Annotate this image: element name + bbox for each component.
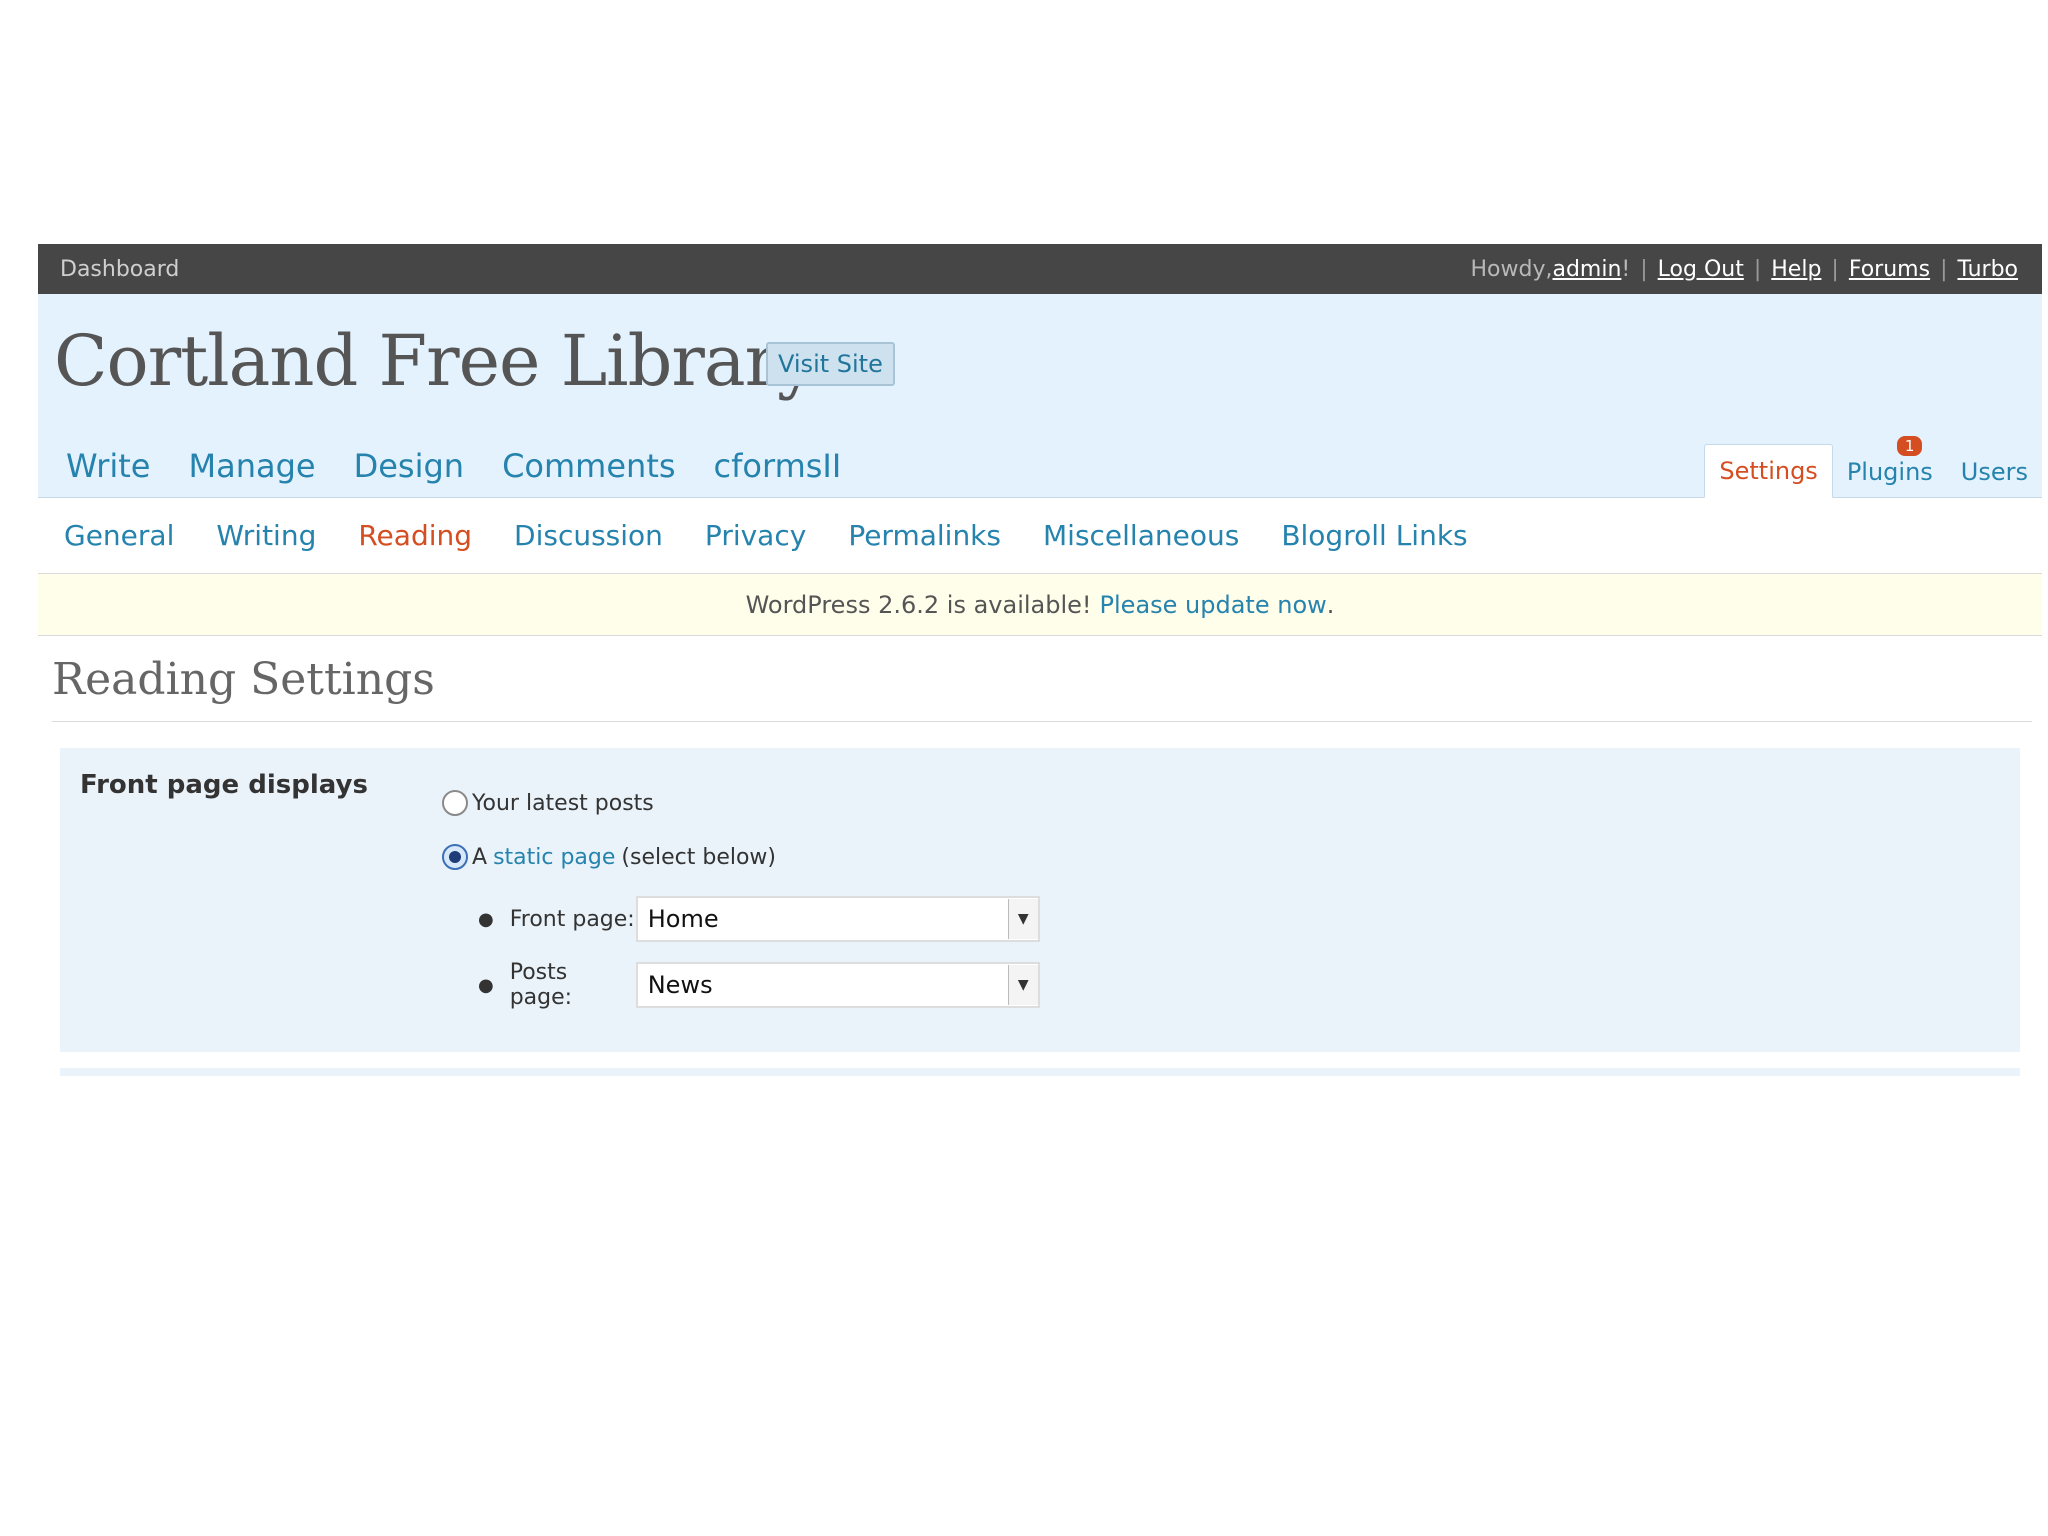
menu-item-design[interactable]: Design — [354, 447, 464, 485]
howdy-prefix: Howdy, — [1470, 256, 1553, 282]
latest-posts-option[interactable]: Your latest posts — [442, 790, 654, 816]
menu-item-cformsii[interactable]: cformsII — [714, 447, 842, 485]
update-notice-period: . — [1326, 590, 1335, 619]
posts-page-label: Posts page: — [509, 960, 573, 1010]
reading-settings-form: Front page displays Your latest posts A … — [60, 748, 2020, 1052]
plugins-label: Plugins — [1846, 458, 1933, 486]
menu-item-plugins[interactable]: Plugins 1 — [1833, 436, 1947, 498]
posts-page-row: ● Posts page: News ▼ — [478, 960, 1040, 1010]
submenu-privacy[interactable]: Privacy — [705, 519, 806, 552]
static-page-link[interactable]: static page — [493, 845, 615, 870]
admin-top-bar: Dashboard Howdy, admin ! | Log Out | Hel… — [38, 244, 2042, 294]
bullet: ● — [478, 908, 494, 930]
posts-page-select[interactable]: News ▼ — [635, 962, 1040, 1008]
side-menu: Settings Plugins 1 Users — [1704, 436, 2042, 498]
front-page-row: ● Front page: Home ▼ — [478, 896, 1040, 942]
latest-posts-radio[interactable] — [442, 790, 468, 816]
forums-link[interactable]: Forums — [1849, 257, 1930, 282]
separator: | — [1753, 256, 1762, 282]
howdy-suffix: ! — [1621, 256, 1631, 282]
static-page-prefix: A — [472, 844, 488, 870]
submenu-discussion[interactable]: Discussion — [514, 519, 663, 552]
menu-item-manage[interactable]: Manage — [188, 447, 315, 485]
separator: | — [1831, 256, 1839, 282]
dropdown-arrow-icon[interactable]: ▼ — [1007, 965, 1038, 1005]
front-page-value: Home — [647, 905, 719, 933]
logout-link[interactable]: Log Out — [1658, 257, 1744, 282]
site-title: Cortland Free Library — [54, 320, 817, 402]
front-page-label: Front page: — [509, 906, 635, 932]
turbo-link[interactable]: Turbo — [1957, 257, 2018, 282]
front-page-select[interactable]: Home ▼ — [635, 896, 1040, 942]
update-now-link[interactable]: Please update now — [1100, 591, 1327, 619]
posts-page-value: News — [647, 971, 713, 999]
static-page-radio[interactable] — [442, 844, 468, 870]
dropdown-arrow-icon[interactable]: ▼ — [1007, 899, 1038, 939]
update-notice: WordPress 2.6.2 is available! Please upd… — [38, 574, 2042, 636]
separator: | — [1640, 256, 1648, 282]
latest-posts-label: Your latest posts — [472, 790, 654, 816]
page-title: Reading Settings — [52, 654, 2032, 722]
submenu-writing[interactable]: Writing — [216, 519, 316, 552]
plugin-update-badge: 1 — [1896, 436, 1923, 456]
settings-submenu: General Writing Reading Discussion Priva… — [38, 498, 2042, 574]
visit-site-button[interactable]: Visit Site — [766, 342, 895, 386]
update-notice-text: WordPress 2.6.2 is available! — [745, 590, 1092, 619]
menu-item-settings[interactable]: Settings — [1704, 444, 1833, 498]
submenu-general[interactable]: General — [64, 519, 174, 552]
submenu-permalinks[interactable]: Permalinks — [848, 519, 1001, 552]
dashboard-link[interactable]: Dashboard — [60, 257, 179, 282]
separator: | — [1940, 256, 1948, 282]
next-settings-row — [60, 1068, 2020, 1076]
menu-item-users[interactable]: Users — [1947, 446, 2042, 498]
submenu-blogroll-links[interactable]: Blogroll Links — [1281, 519, 1467, 552]
wp-admin-window: Dashboard Howdy, admin ! | Log Out | Hel… — [38, 244, 2042, 1076]
menu-item-comments[interactable]: Comments — [502, 447, 675, 485]
user-link[interactable]: admin — [1552, 257, 1621, 282]
user-info: Howdy, admin ! | Log Out | Help | Forums… — [1470, 257, 2018, 282]
front-page-displays-label: Front page displays — [80, 770, 368, 800]
static-page-option[interactable]: A static page (select below) — [442, 844, 776, 870]
main-menu: Write Manage Design Comments cformsII — [66, 447, 879, 485]
bullet: ● — [478, 974, 494, 996]
help-link[interactable]: Help — [1771, 257, 1821, 282]
static-page-suffix: (select below) — [621, 844, 776, 870]
submenu-miscellaneous[interactable]: Miscellaneous — [1043, 519, 1239, 552]
submenu-reading[interactable]: Reading — [358, 519, 472, 552]
site-header: Cortland Free Library Visit Site Write M… — [38, 294, 2042, 498]
menu-item-write[interactable]: Write — [66, 447, 150, 485]
